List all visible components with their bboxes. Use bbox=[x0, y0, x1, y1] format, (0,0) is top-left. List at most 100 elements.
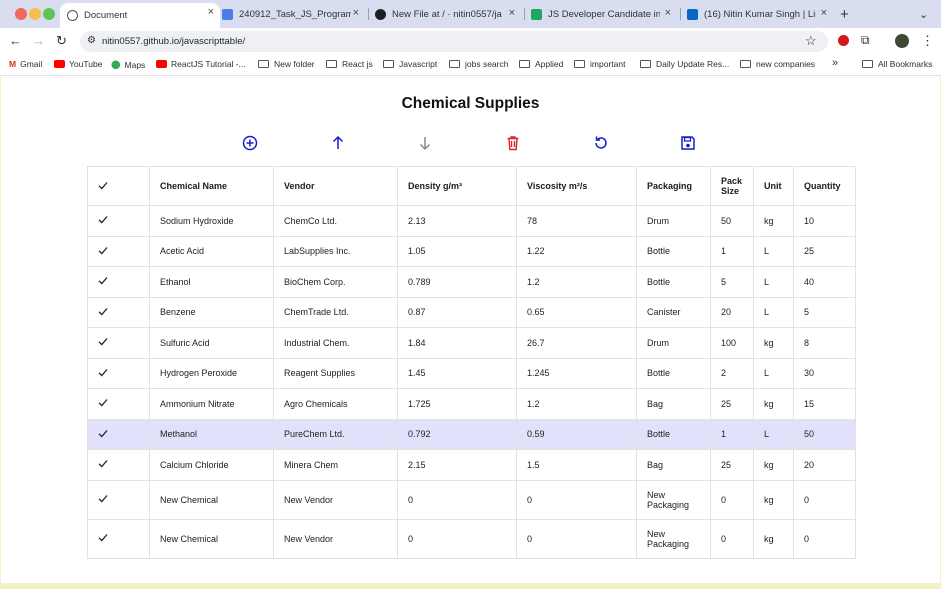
cell-quantity[interactable]: 8 bbox=[793, 327, 856, 359]
cell-pack-size[interactable]: 100 bbox=[710, 327, 754, 359]
cell-density[interactable]: 2.13 bbox=[397, 205, 517, 237]
cell-packaging[interactable]: Bag bbox=[636, 388, 711, 420]
add-row-icon[interactable] bbox=[241, 134, 259, 152]
table-row[interactable]: Acetic Acid LabSupplies Inc. 1.05 1.22 Bottl… bbox=[87, 235, 856, 267]
site-info-icon[interactable]: ⚙ bbox=[87, 35, 96, 46]
all-bookmarks[interactable]: All Bookmarks bbox=[862, 59, 932, 69]
bookmark-javascript[interactable]: Javascript bbox=[383, 59, 437, 69]
bookmark-gmail[interactable]: M Gmail bbox=[9, 59, 42, 69]
back-arrow-icon[interactable]: ← bbox=[9, 33, 22, 48]
cell-density[interactable]: 0.789 bbox=[397, 266, 517, 298]
row-select-checkbox[interactable] bbox=[87, 327, 150, 359]
cell-viscosity[interactable]: 0.59 bbox=[516, 418, 637, 450]
tab-task-doc[interactable]: 240912_Task_JS_Programme × bbox=[222, 4, 365, 24]
cell-chemical-name[interactable]: Hydrogen Peroxide bbox=[149, 357, 274, 389]
column-header-pack-size[interactable]: Pack Size bbox=[710, 166, 754, 206]
forward-arrow-icon[interactable]: → bbox=[32, 33, 45, 48]
cell-viscosity[interactable]: 0 bbox=[516, 479, 637, 520]
cell-vendor[interactable]: ChemCo Ltd. bbox=[273, 205, 398, 237]
bookmark-reactjs-tutorial[interactable]: ReactJS Tutorial -... bbox=[156, 59, 246, 69]
close-tab-icon[interactable]: × bbox=[208, 6, 214, 18]
cell-packaging[interactable]: Drum bbox=[636, 205, 711, 237]
cell-density[interactable]: 1.45 bbox=[397, 357, 517, 389]
row-select-checkbox[interactable] bbox=[87, 518, 150, 559]
maximize-window-button[interactable] bbox=[43, 8, 55, 20]
cell-quantity[interactable]: 50 bbox=[793, 418, 856, 450]
more-bookmarks-chevron[interactable]: » bbox=[832, 57, 838, 69]
row-select-checkbox[interactable] bbox=[87, 449, 150, 481]
cell-viscosity[interactable]: 0 bbox=[516, 518, 637, 559]
column-header-chemical-name[interactable]: Chemical Name bbox=[149, 166, 274, 206]
cell-chemical-name[interactable]: Ammonium Nitrate bbox=[149, 388, 274, 420]
cell-packaging[interactable]: New Packaging bbox=[636, 518, 711, 559]
close-window-button[interactable] bbox=[15, 8, 27, 20]
table-row[interactable]: Hydrogen Peroxide Reagent Supplies 1.45 1.2… bbox=[87, 357, 856, 389]
cell-unit[interactable]: kg bbox=[753, 518, 794, 559]
bookmark-star-icon[interactable]: ☆ bbox=[805, 33, 817, 49]
cell-chemical-name[interactable]: Calcium Chloride bbox=[149, 449, 274, 481]
cell-packaging[interactable]: New Packaging bbox=[636, 479, 711, 520]
cell-packaging[interactable]: Bottle bbox=[636, 235, 711, 267]
cell-density[interactable]: 1.84 bbox=[397, 327, 517, 359]
tab-linkedin[interactable]: (16) Nitin Kumar Singh | Linke × bbox=[687, 4, 833, 24]
bookmark-new-folder[interactable]: New folder bbox=[258, 59, 315, 69]
cell-quantity[interactable]: 20 bbox=[793, 449, 856, 481]
close-tab-icon[interactable]: × bbox=[509, 7, 515, 19]
cell-quantity[interactable]: 15 bbox=[793, 388, 856, 420]
refresh-icon[interactable] bbox=[592, 134, 610, 152]
row-select-checkbox[interactable] bbox=[87, 205, 150, 237]
cell-chemical-name[interactable]: Methanol bbox=[149, 418, 274, 450]
cell-chemical-name[interactable]: Benzene bbox=[149, 296, 274, 328]
cell-density[interactable]: 0 bbox=[397, 479, 517, 520]
row-select-checkbox[interactable] bbox=[87, 357, 150, 389]
cell-vendor[interactable]: Agro Chemicals bbox=[273, 388, 398, 420]
cell-pack-size[interactable]: 1 bbox=[710, 418, 754, 450]
move-up-icon[interactable] bbox=[329, 134, 347, 152]
cell-unit[interactable]: L bbox=[753, 235, 794, 267]
cell-packaging[interactable]: Bag bbox=[636, 449, 711, 481]
column-header-packaging[interactable]: Packaging bbox=[636, 166, 711, 206]
cell-pack-size[interactable]: 1 bbox=[710, 235, 754, 267]
row-select-checkbox[interactable] bbox=[87, 388, 150, 420]
extension-opera-icon[interactable] bbox=[838, 35, 849, 46]
move-down-icon[interactable] bbox=[416, 134, 434, 152]
cell-viscosity[interactable]: 26.7 bbox=[516, 327, 637, 359]
cell-pack-size[interactable]: 5 bbox=[710, 266, 754, 298]
cell-quantity[interactable]: 5 bbox=[793, 296, 856, 328]
cell-pack-size[interactable]: 2 bbox=[710, 357, 754, 389]
column-header-quantity[interactable]: Quantity bbox=[793, 166, 856, 206]
cell-density[interactable]: 0.87 bbox=[397, 296, 517, 328]
cell-packaging[interactable]: Drum bbox=[636, 327, 711, 359]
row-select-checkbox[interactable] bbox=[87, 479, 150, 520]
cell-unit[interactable]: kg bbox=[753, 205, 794, 237]
cell-viscosity[interactable]: 0.65 bbox=[516, 296, 637, 328]
cell-unit[interactable]: kg bbox=[753, 327, 794, 359]
table-row[interactable]: Ammonium Nitrate Agro Chemicals 1.725 1.2 Ba… bbox=[87, 388, 856, 420]
table-row[interactable]: Methanol PureChem Ltd. 0.792 0.59 Bottle 1 L 50 bbox=[87, 418, 856, 450]
bookmark-youtube[interactable]: YouTube bbox=[54, 59, 102, 69]
bookmark-daily-update[interactable]: Daily Update Res... bbox=[640, 59, 729, 69]
cell-vendor[interactable]: ChemTrade Ltd. bbox=[273, 296, 398, 328]
bookmark-jobs-search[interactable]: jobs search bbox=[449, 59, 508, 69]
cell-vendor[interactable]: New Vendor bbox=[273, 479, 398, 520]
cell-quantity[interactable]: 40 bbox=[793, 266, 856, 298]
column-header-vendor[interactable]: Vendor bbox=[273, 166, 398, 206]
cell-density[interactable]: 0 bbox=[397, 518, 517, 559]
delete-icon[interactable] bbox=[504, 134, 522, 152]
tab-sheets[interactable]: JS Developer Candidate info × bbox=[531, 4, 677, 24]
row-select-checkbox[interactable] bbox=[87, 296, 150, 328]
save-icon[interactable] bbox=[679, 134, 697, 152]
cell-pack-size[interactable]: 50 bbox=[710, 205, 754, 237]
table-row[interactable]: Sulfuric Acid Industrial Chem. 1.84 26.7 Dru… bbox=[87, 327, 856, 359]
browser-menu-icon[interactable]: ⋮ bbox=[921, 33, 934, 49]
cell-chemical-name[interactable]: Acetic Acid bbox=[149, 235, 274, 267]
close-tab-icon[interactable]: × bbox=[665, 7, 671, 19]
url-text[interactable]: nitin0557.github.io/javascripttable/ bbox=[102, 36, 245, 47]
cell-chemical-name[interactable]: Sodium Hydroxide bbox=[149, 205, 274, 237]
cell-vendor[interactable]: Minera Chem bbox=[273, 449, 398, 481]
cell-packaging[interactable]: Canister bbox=[636, 296, 711, 328]
profile-avatar[interactable] bbox=[895, 34, 909, 48]
tab-search-chevron-icon[interactable]: ⌄ bbox=[919, 4, 928, 24]
cell-packaging[interactable]: Bottle bbox=[636, 266, 711, 298]
cell-viscosity[interactable]: 1.2 bbox=[516, 266, 637, 298]
